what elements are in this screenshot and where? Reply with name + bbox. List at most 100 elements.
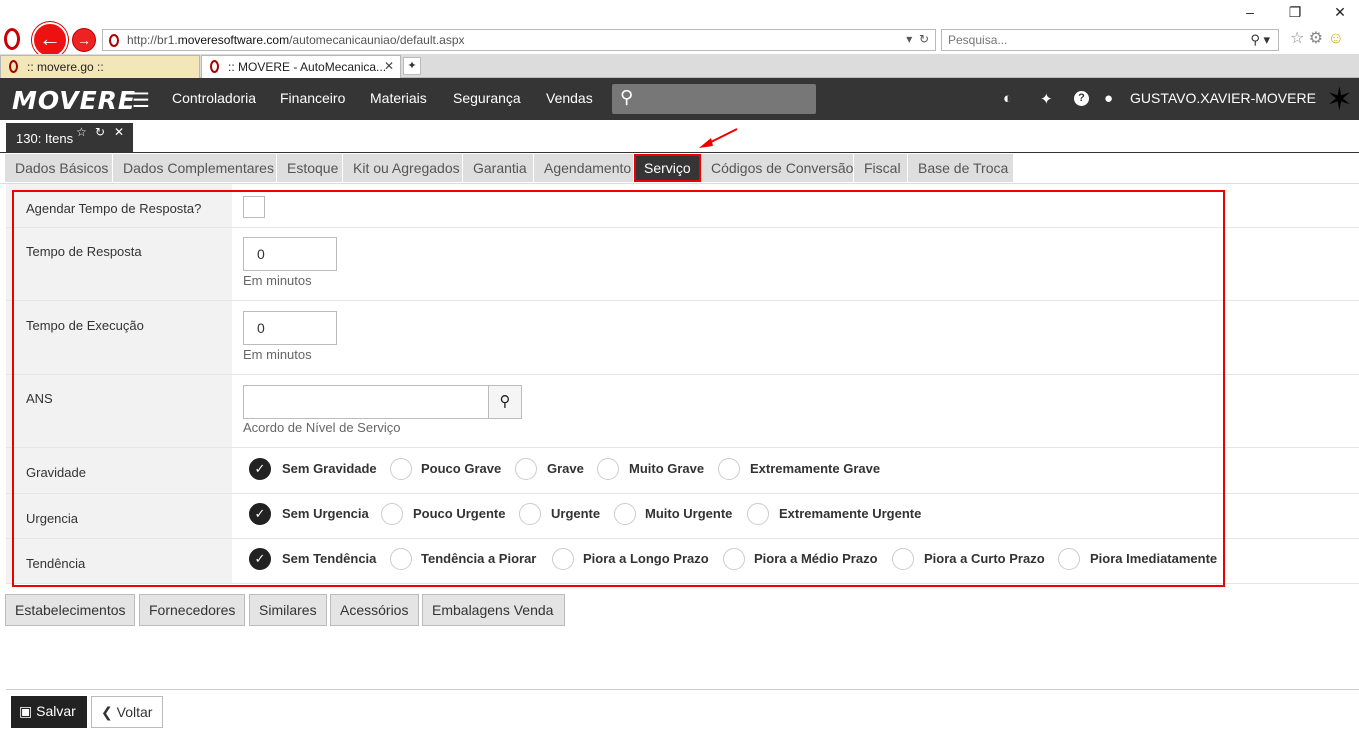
radio-piora-curto-prazo[interactable]	[892, 548, 914, 570]
subtab-codigos-conversao[interactable]: Códigos de Conversão	[701, 154, 854, 182]
radio-grave[interactable]	[515, 458, 537, 480]
browser-tab-movere-go[interactable]: :: movere.go ::	[0, 55, 200, 78]
menu-seguranca[interactable]: Segurança	[453, 90, 521, 106]
subtab-base-troca[interactable]: Base de Troca	[908, 154, 1014, 182]
subtab-kit-agregados[interactable]: Kit ou Agregados	[343, 154, 463, 182]
subtab-dados-complementares[interactable]: Dados Complementares	[113, 154, 277, 182]
label-urgencia: Urgencia	[6, 494, 232, 538]
label-piora-curto-prazo[interactable]: Piora a Curto Prazo	[924, 551, 1045, 566]
smiley-icon[interactable]: ☺	[1328, 30, 1344, 47]
ans-input[interactable]	[243, 385, 489, 419]
label-sem-gravidade[interactable]: Sem Gravidade	[282, 461, 377, 476]
radio-extremamente-grave[interactable]	[718, 458, 740, 480]
radio-sem-gravidade[interactable]: ✓	[249, 458, 271, 480]
menu-materiais[interactable]: Materiais	[370, 90, 427, 106]
new-tab-icon[interactable]: ✦	[403, 57, 421, 75]
label-pouco-grave[interactable]: Pouco Grave	[421, 461, 501, 476]
dashboard-gauge-icon[interactable]: ◐	[1003, 90, 1012, 107]
radio-piora-imediatamente[interactable]	[1058, 548, 1080, 570]
magic-wand-icon[interactable]: ✦	[1040, 90, 1053, 108]
floppy-disk-icon: ▣	[19, 703, 33, 719]
tab-similares[interactable]: Similares	[249, 594, 327, 626]
url-bar[interactable]: http://br1.moveresoftware.com/automecani…	[102, 29, 936, 51]
url-text[interactable]: http://br1.moveresoftware.com/automecani…	[127, 33, 465, 47]
search-icon[interactable]: ⚲ ▾	[1250, 32, 1270, 48]
tempo-resposta-help: Em minutos	[243, 273, 312, 288]
drop-icon[interactable]: ●	[1104, 90, 1113, 107]
label-urgente[interactable]: Urgente	[551, 506, 600, 521]
movere-logo[interactable]: MOVERE	[12, 86, 136, 115]
tempo-execucao-help: Em minutos	[243, 347, 312, 362]
site-favicon-icon	[109, 34, 119, 47]
subtab-agendamento[interactable]: Agendamento	[534, 154, 634, 182]
radio-muito-urgente[interactable]	[614, 503, 636, 525]
restore-icon[interactable]: ❐	[1285, 4, 1305, 21]
menu-controladoria[interactable]: Controladoria	[172, 90, 256, 106]
radio-sem-urgencia[interactable]: ✓	[249, 503, 271, 525]
page-tab-itens[interactable]: 130: Itens ☆ ↻ ✕	[6, 123, 133, 152]
radio-extremamente-urgente[interactable]	[747, 503, 769, 525]
label-gravidade: Gravidade	[6, 448, 232, 493]
subtab-fiscal[interactable]: Fiscal	[854, 154, 908, 182]
tempo-resposta-input[interactable]	[243, 237, 337, 271]
app-search-input[interactable]	[648, 89, 808, 109]
menu-vendas[interactable]: Vendas	[546, 90, 593, 106]
label-extremamente-grave[interactable]: Extremamente Grave	[750, 461, 880, 476]
subtab-servico[interactable]: Serviço	[634, 154, 701, 182]
radio-pouco-urgente[interactable]	[381, 503, 403, 525]
radio-muito-grave[interactable]	[597, 458, 619, 480]
back-button[interactable]: ❮ Voltar	[91, 696, 163, 728]
browser-tab-movere-automecanica[interactable]: :: MOVERE - AutoMecanica... ✕	[201, 55, 401, 78]
menu-financeiro[interactable]: Financeiro	[280, 90, 345, 106]
help-icon[interactable]: ?	[1074, 91, 1089, 106]
label-grave[interactable]: Grave	[547, 461, 584, 476]
back-arrow-icon[interactable]: ←	[32, 22, 68, 58]
tab-fornecedores[interactable]: Fornecedores	[139, 594, 245, 626]
label-sem-urgencia[interactable]: Sem Urgencia	[282, 506, 369, 521]
label-piora-longo-prazo[interactable]: Piora a Longo Prazo	[583, 551, 709, 566]
refresh-icon[interactable]: ▾ ↻	[906, 32, 929, 46]
settings-gear-icon[interactable]: ⚙	[1309, 30, 1323, 47]
radio-urgente[interactable]	[519, 503, 541, 525]
chevron-left-icon: ❮	[101, 704, 113, 720]
tab-estabelecimentos[interactable]: Estabelecimentos	[5, 594, 135, 626]
label-muito-grave[interactable]: Muito Grave	[629, 461, 704, 476]
label-extremamente-urgente[interactable]: Extremamente Urgente	[779, 506, 921, 521]
radio-pouco-grave[interactable]	[390, 458, 412, 480]
radio-sem-tendencia[interactable]: ✓	[249, 548, 271, 570]
browser-search-input[interactable]	[948, 33, 1228, 47]
favorite-star-icon[interactable]: ☆	[76, 125, 87, 139]
save-button[interactable]: ▣ Salvar	[11, 696, 87, 728]
tab-embalagens-venda[interactable]: Embalagens Venda	[422, 594, 565, 626]
refresh-icon[interactable]: ↻	[95, 125, 105, 139]
label-piora-imediatamente[interactable]: Piora Imediatamente	[1090, 551, 1217, 566]
subtab-dados-basicos[interactable]: Dados Básicos	[5, 154, 113, 182]
user-name[interactable]: GUSTAVO.XAVIER-MOVERE	[1130, 90, 1316, 106]
opera-logo-icon	[4, 28, 20, 50]
subtab-garantia[interactable]: Garantia	[463, 154, 534, 182]
radio-piora-medio-prazo[interactable]	[723, 548, 745, 570]
close-icon[interactable]: ✕	[114, 125, 124, 139]
minimize-icon[interactable]: –	[1240, 4, 1260, 20]
close-tab-icon[interactable]: ✕	[384, 59, 394, 73]
app-search-box[interactable]: ⚲	[612, 84, 816, 114]
agendar-tempo-checkbox[interactable]	[243, 196, 265, 218]
label-pouco-urgente[interactable]: Pouco Urgente	[413, 506, 505, 521]
forward-arrow-icon[interactable]: →	[72, 28, 96, 52]
close-window-icon[interactable]: ✕	[1330, 4, 1350, 21]
radio-tendencia-piorar[interactable]	[390, 548, 412, 570]
tab-acessorios[interactable]: Acessórios	[330, 594, 419, 626]
label-sem-tendencia[interactable]: Sem Tendência	[282, 551, 376, 566]
browser-search-box[interactable]: ⚲ ▾	[941, 29, 1279, 51]
tempo-execucao-input[interactable]	[243, 311, 337, 345]
label-tendencia-piorar[interactable]: Tendência a Piorar	[421, 551, 536, 566]
subtab-estoque[interactable]: Estoque	[277, 154, 343, 182]
favorites-star-icon[interactable]: ☆	[1290, 30, 1304, 47]
hamburger-menu-icon[interactable]: ☰	[132, 88, 150, 113]
search-icon: ⚲	[499, 393, 511, 410]
browser-titlebar: – ❐ ✕	[0, 0, 1359, 26]
label-muito-urgente[interactable]: Muito Urgente	[645, 506, 732, 521]
label-piora-medio-prazo[interactable]: Piora a Médio Prazo	[754, 551, 878, 566]
radio-piora-longo-prazo[interactable]	[552, 548, 574, 570]
ans-search-button[interactable]: ⚲	[488, 385, 522, 419]
